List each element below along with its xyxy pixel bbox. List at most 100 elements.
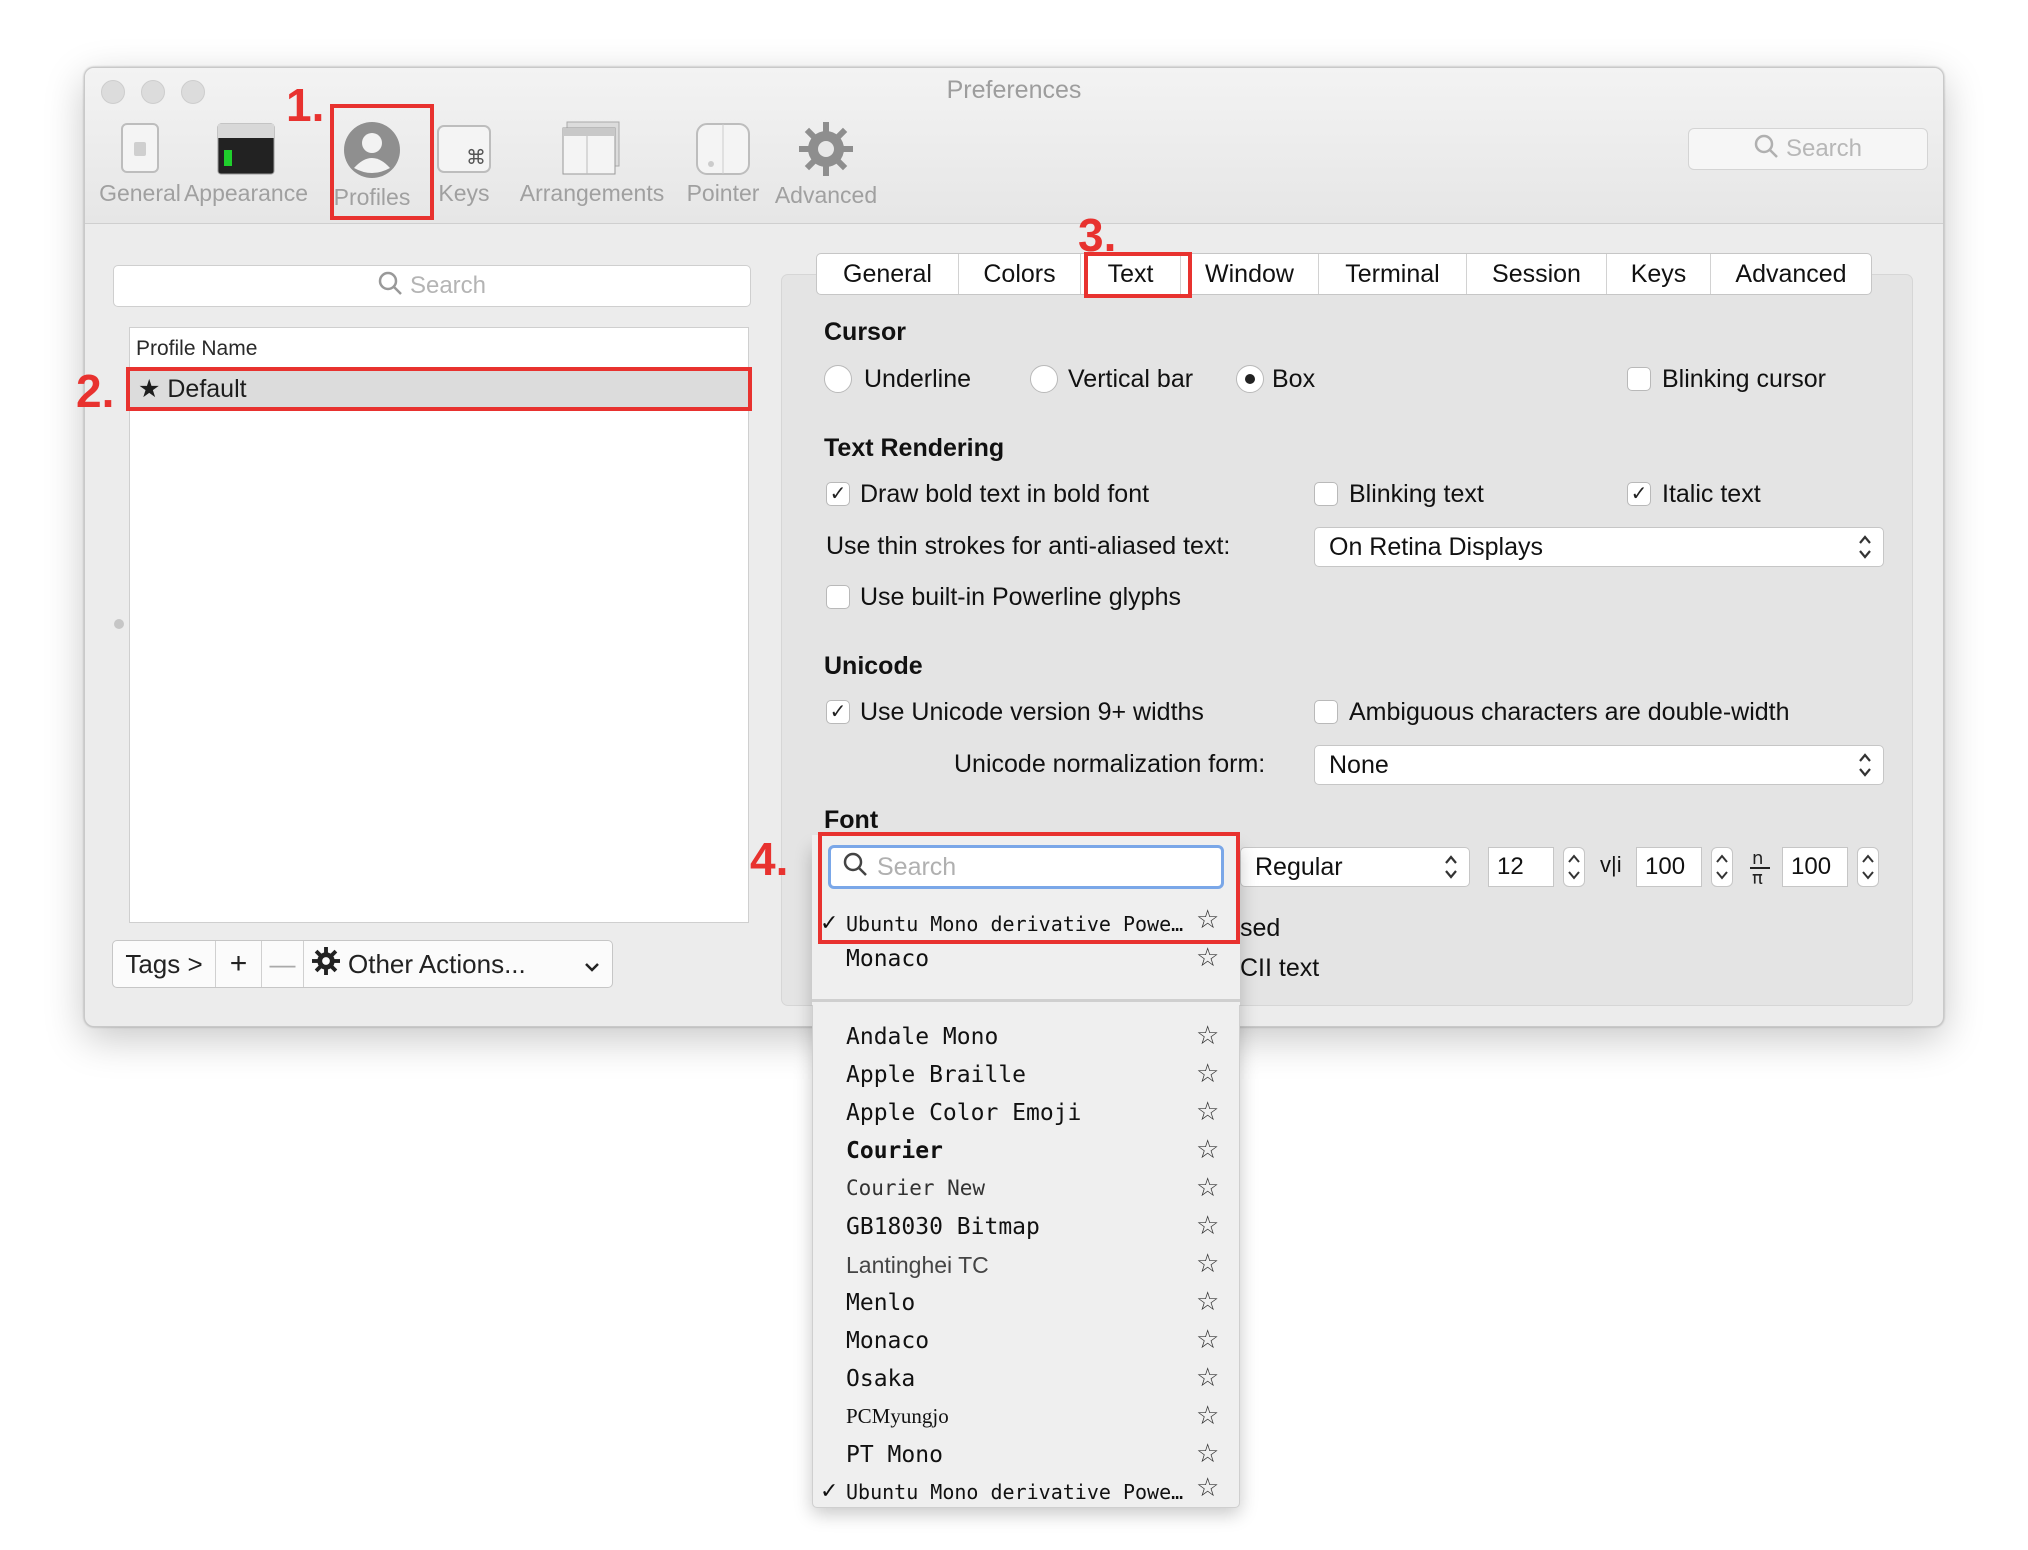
horizontal-spacing-stepper[interactable] xyxy=(1711,847,1733,887)
toolbar-appearance[interactable]: Appearance xyxy=(181,120,311,207)
profile-list: Profile Name ★ Default xyxy=(129,327,749,923)
blinking-cursor-checkbox[interactable] xyxy=(1627,367,1651,391)
normalization-popup[interactable]: None xyxy=(1314,745,1884,785)
vertical-spacing-icon: nπ xyxy=(1748,848,1772,891)
italic-text-checkbox[interactable]: ✓ xyxy=(1627,482,1651,506)
star-icon[interactable]: ☆ xyxy=(1196,1248,1219,1279)
font-menu-item[interactable]: Ubuntu Mono derivative Powe… xyxy=(846,1480,1183,1504)
toolbar-search-field[interactable]: Search xyxy=(1688,128,1928,170)
profile-bottom-bar: Tags > + — Other Actions... xyxy=(112,940,613,988)
star-icon[interactable]: ☆ xyxy=(1196,1472,1219,1503)
horizontal-spacing-field[interactable]: 100 xyxy=(1636,847,1702,887)
thin-strokes-value: On Retina Displays xyxy=(1329,533,1543,561)
star-icon[interactable]: ☆ xyxy=(1196,1020,1219,1051)
text-rendering-title: Text Rendering xyxy=(824,434,1005,462)
pointer-icon xyxy=(695,120,751,176)
annotation-number-1: 1. xyxy=(286,79,325,131)
thin-strokes-popup[interactable]: On Retina Displays xyxy=(1314,527,1884,567)
annotation-box-default xyxy=(126,367,752,411)
other-actions-label: Other Actions... xyxy=(348,948,526,979)
font-menu-item[interactable]: Apple Braille xyxy=(846,1062,1026,1088)
profile-name-header[interactable]: Profile Name xyxy=(130,328,748,370)
radio-underline[interactable] xyxy=(824,365,852,393)
checkmark-icon: ✓ xyxy=(820,1478,839,1503)
unicode-v9-checkbox[interactable]: ✓ xyxy=(826,700,850,724)
svg-text:n: n xyxy=(1752,848,1763,869)
toolbar-general[interactable]: General xyxy=(99,120,181,207)
powerline-checkbox[interactable] xyxy=(826,585,850,609)
star-icon[interactable]: ☆ xyxy=(1196,1362,1219,1393)
font-section-title: Font xyxy=(824,806,879,834)
toolbar-keys[interactable]: ⌘ Keys xyxy=(429,120,499,207)
bold-font-label: Draw bold text in bold font xyxy=(860,480,1150,508)
chevron-down-icon xyxy=(584,949,600,980)
window-title: Preferences xyxy=(946,76,1082,104)
toolbar-pointer[interactable]: Pointer xyxy=(681,120,765,207)
font-menu-item[interactable]: Courier xyxy=(846,1138,943,1164)
font-menu-item[interactable]: Apple Color Emoji xyxy=(846,1100,1081,1126)
vertical-spacing-stepper[interactable] xyxy=(1857,847,1879,887)
thin-strokes-label: Use thin strokes for anti-aliased text: xyxy=(826,532,1231,560)
radio-vertical-bar[interactable] xyxy=(1030,365,1058,393)
tab-keys[interactable]: Keys xyxy=(1607,254,1711,294)
star-icon[interactable]: ☆ xyxy=(1196,1210,1219,1241)
annotation-number-4: 4. xyxy=(750,833,789,885)
star-icon[interactable]: ☆ xyxy=(1196,1058,1219,1089)
star-icon[interactable]: ☆ xyxy=(1196,942,1219,973)
font-menu-item[interactable]: Andale Mono xyxy=(846,1024,998,1050)
tab-session[interactable]: Session xyxy=(1467,254,1607,294)
svg-text:π: π xyxy=(1752,868,1763,886)
font-size-field[interactable]: 12 xyxy=(1488,847,1554,887)
horizontal-spacing-icon: v|i xyxy=(1600,852,1622,877)
powerline-label: Use built-in Powerline glyphs xyxy=(860,583,1181,611)
unicode-v9-label: Use Unicode version 9+ widths xyxy=(860,698,1204,726)
star-icon[interactable]: ☆ xyxy=(1196,1324,1219,1355)
font-menu-item[interactable]: GB18030 Bitmap xyxy=(846,1214,1040,1240)
font-menu-item[interactable]: Lantinghei TC xyxy=(846,1252,989,1279)
annotation-box-profiles xyxy=(330,104,434,220)
add-profile-button[interactable]: + xyxy=(216,941,262,987)
star-icon[interactable]: ☆ xyxy=(1196,1096,1219,1127)
profile-search-placeholder: Search xyxy=(409,272,487,299)
font-style-value: Regular xyxy=(1255,853,1343,881)
split-view-handle[interactable] xyxy=(114,619,124,629)
ambiguous-width-checkbox[interactable] xyxy=(1314,700,1338,724)
remove-profile-button[interactable]: — xyxy=(262,941,304,987)
font-menu-item[interactable]: Osaka xyxy=(846,1366,915,1392)
font-menu-item[interactable]: PCMyungjo xyxy=(846,1404,949,1429)
unicode-section-title: Unicode xyxy=(824,652,923,680)
star-icon[interactable]: ☆ xyxy=(1196,1400,1219,1431)
radio-box[interactable] xyxy=(1236,365,1264,393)
star-icon[interactable]: ☆ xyxy=(1196,1438,1219,1469)
font-menu-item[interactable]: Monaco xyxy=(846,1328,929,1354)
radio-vertical-bar-label: Vertical bar xyxy=(1068,365,1194,393)
font-menu-item[interactable]: Monaco xyxy=(846,946,929,972)
font-style-popup[interactable]: Regular xyxy=(1240,847,1470,887)
font-menu-item[interactable]: Menlo xyxy=(846,1290,915,1316)
blinking-text-checkbox[interactable] xyxy=(1314,482,1338,506)
tab-colors[interactable]: Colors xyxy=(959,254,1081,294)
svg-text:⌘: ⌘ xyxy=(466,145,486,169)
arrangements-icon xyxy=(561,120,623,176)
other-actions-button[interactable]: Other Actions... xyxy=(304,941,612,987)
vertical-spacing-field[interactable]: 100 xyxy=(1782,847,1848,887)
appearance-icon xyxy=(216,120,276,176)
star-icon[interactable]: ☆ xyxy=(1196,1134,1219,1165)
tags-button[interactable]: Tags > xyxy=(113,941,216,987)
font-size-stepper[interactable] xyxy=(1563,847,1585,887)
star-icon[interactable]: ☆ xyxy=(1196,1172,1219,1203)
annotation-box-font xyxy=(818,832,1240,944)
bold-font-checkbox[interactable]: ✓ xyxy=(826,482,850,506)
tab-advanced[interactable]: Advanced xyxy=(1711,254,1871,294)
annotation-number-2: 2. xyxy=(76,365,115,417)
font-menu-item[interactable]: Courier New xyxy=(846,1176,985,1200)
font-menu-item[interactable]: PT Mono xyxy=(846,1442,943,1468)
tab-terminal[interactable]: Terminal xyxy=(1319,254,1467,294)
profile-search-field[interactable]: Search xyxy=(113,265,751,307)
tab-general[interactable]: General xyxy=(817,254,959,294)
tab-window[interactable]: Window xyxy=(1181,254,1319,294)
popup-arrows-icon xyxy=(1857,750,1873,780)
toolbar-advanced[interactable]: Advanced xyxy=(771,120,881,209)
star-icon[interactable]: ☆ xyxy=(1196,1286,1219,1317)
toolbar-arrangements[interactable]: Arrangements xyxy=(517,120,667,207)
